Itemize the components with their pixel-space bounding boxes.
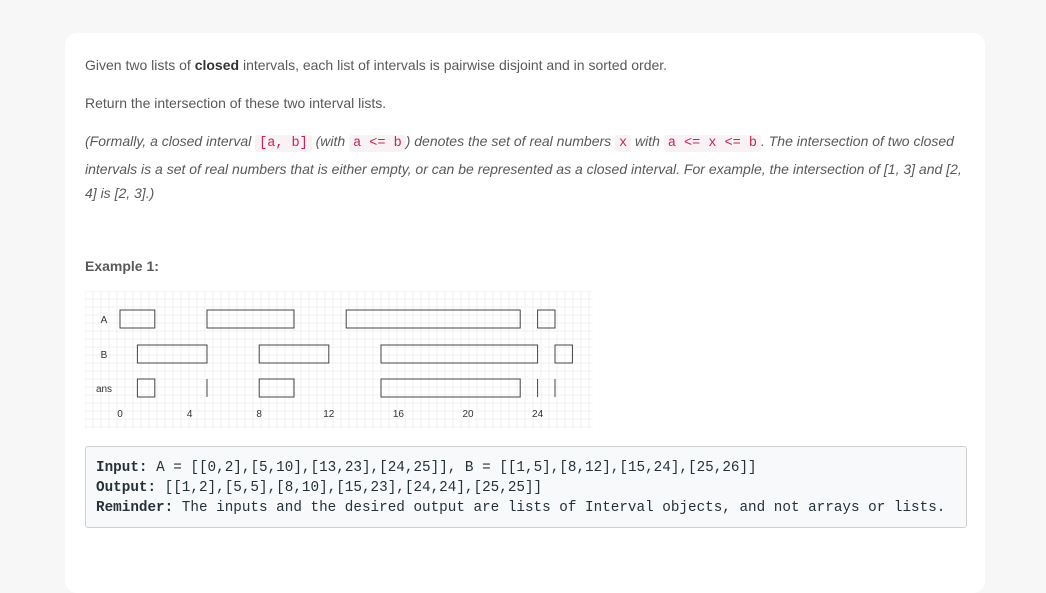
x-tick-label: 0 bbox=[117, 409, 123, 420]
inline-code: a <= x <= b bbox=[663, 135, 761, 152]
reminder-value: The inputs and the desired output are li… bbox=[173, 500, 946, 516]
output-value: [[1,2],[5,5],[8,10],[15,23],[24,24],[25,… bbox=[156, 480, 543, 496]
diagram-grid bbox=[85, 291, 593, 429]
text: Given two lists of bbox=[85, 57, 195, 73]
interval-box bbox=[206, 309, 295, 329]
inline-code: a <= b bbox=[349, 135, 406, 152]
x-tick-label: 8 bbox=[256, 409, 262, 420]
x-tick-label: 4 bbox=[187, 409, 193, 420]
inline-code: x bbox=[615, 135, 632, 152]
bold-text: closed bbox=[194, 57, 240, 73]
text: ) denotes the set of real numbers bbox=[405, 133, 616, 149]
interval-box bbox=[380, 344, 539, 364]
input-label: Input: bbox=[96, 460, 148, 476]
x-tick-label: 16 bbox=[393, 409, 405, 420]
text: (Formally, a closed interval bbox=[85, 133, 256, 149]
example-title: Example 1: bbox=[85, 258, 159, 274]
description-paragraph-3: (Formally, a closed interval [a, b] (wit… bbox=[85, 129, 965, 206]
description-paragraph-1: Given two lists of closed intervals, eac… bbox=[85, 57, 667, 73]
interval-box bbox=[380, 378, 521, 398]
interval-box bbox=[537, 309, 556, 329]
input-value: A = [[0,2],[5,10],[13,23],[24,25]], B = … bbox=[147, 460, 757, 476]
interval-box bbox=[258, 344, 330, 364]
problem-card: Given two lists of closed intervals, eac… bbox=[65, 33, 985, 593]
description-paragraph-2: Return the intersection of these two int… bbox=[85, 95, 387, 111]
example-code-block: Input: A = [[0,2],[5,10],[13,23],[24,25]… bbox=[85, 446, 967, 528]
intervals-diagram: A Bans 0 4 8 12 16 20 24 bbox=[85, 291, 593, 429]
row-label: ans bbox=[96, 384, 112, 395]
x-tick-label: 24 bbox=[532, 409, 544, 420]
x-tick-label: 12 bbox=[323, 409, 335, 420]
x-tick-label: 20 bbox=[462, 409, 474, 420]
inline-code: [a, b] bbox=[255, 135, 312, 152]
interval-box bbox=[554, 344, 573, 364]
interval-box bbox=[345, 309, 521, 329]
text: with bbox=[631, 133, 664, 149]
row-label: B bbox=[101, 350, 108, 361]
output-label: Output: bbox=[96, 480, 157, 496]
text: intervals, each list of intervals is pai… bbox=[239, 57, 668, 73]
row-label: A bbox=[101, 315, 108, 326]
interval-box bbox=[136, 378, 156, 398]
text: (with bbox=[311, 133, 350, 149]
reminder-label: Reminder: bbox=[96, 500, 174, 516]
